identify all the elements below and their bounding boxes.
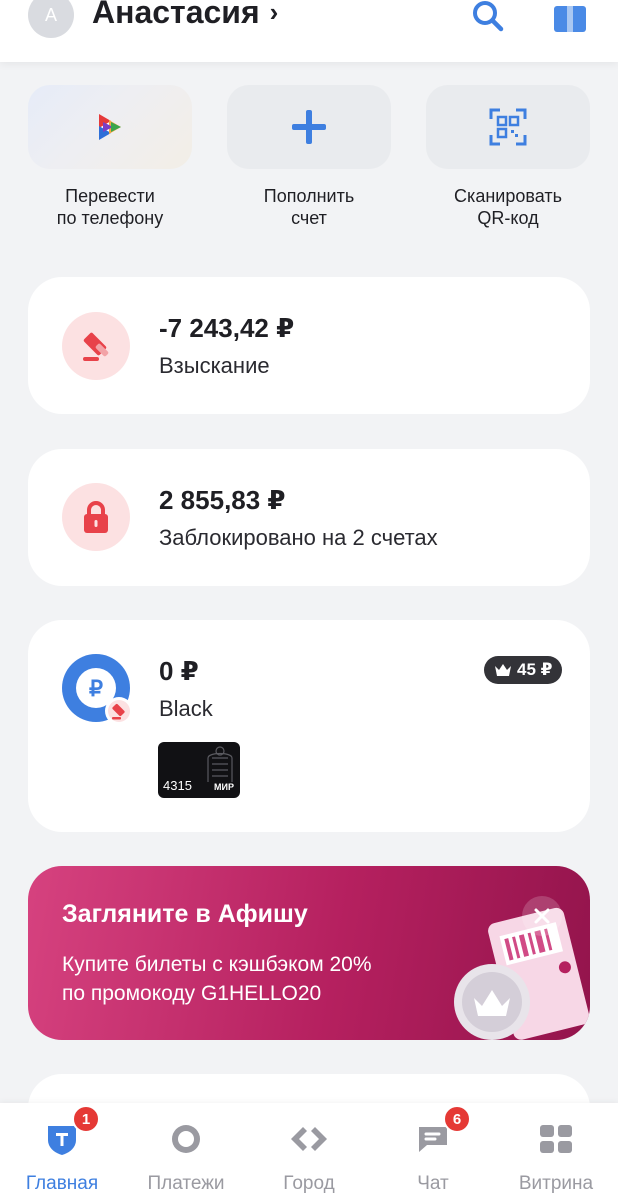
payments-icon (172, 1125, 200, 1153)
transfer-by-phone-icon (99, 114, 121, 140)
user-name: Анастасия (92, 0, 260, 30)
tab-chat[interactable]: 6 Чат (371, 1105, 495, 1195)
card-network: МИР (214, 782, 234, 792)
collection-label: Взыскание (159, 353, 270, 378)
blocked-card[interactable]: 2 855,83 ₽ Заблокировано на 2 счетах (28, 449, 590, 586)
quick-action-tile[interactable] (426, 85, 590, 169)
lock-icon (62, 483, 130, 551)
svg-text:₽: ₽ (89, 676, 103, 701)
gavel-icon (62, 312, 130, 380)
cashback-amount: 45 ₽ (517, 660, 553, 679)
card-art-icon (207, 746, 233, 782)
quick-action-label: Пополнить счет (263, 186, 355, 228)
chevron-right-icon: › (269, 0, 279, 27)
chat-icon (419, 1127, 447, 1152)
close-promo-button[interactable] (522, 896, 562, 936)
blocked-amount: 2 855,83 ₽ (159, 485, 286, 515)
tab-badge-chat: 6 (443, 1105, 471, 1133)
tab-label: Платежи (147, 1173, 225, 1194)
account-balance: 0 ₽ (159, 656, 199, 686)
top-bar: А Анастасия › (0, 0, 618, 62)
quick-action-topup[interactable]: Пополнить счет (227, 85, 391, 229)
home-shield-icon (48, 1126, 76, 1155)
collection-amount: -7 243,42 ₽ (159, 313, 295, 343)
cashback-badge[interactable]: 45 ₽ (484, 656, 563, 684)
profile-link[interactable]: Анастасия › (92, 0, 278, 31)
quick-action-tile[interactable] (227, 85, 391, 169)
tab-showcase[interactable]: Витрина (494, 1119, 618, 1195)
tab-label: Чат (417, 1173, 449, 1194)
bottom-tab-bar: 1 Главная Платежи Город 6 Чат Витрина (0, 1103, 618, 1200)
tab-city[interactable]: Город (247, 1119, 371, 1195)
crown-icon (495, 664, 511, 676)
tab-label: Главная (25, 1173, 99, 1194)
gavel-badge-icon (105, 697, 133, 725)
quick-action-transfer[interactable]: Перевести по телефону (28, 85, 192, 229)
plus-icon (292, 110, 326, 144)
quick-action-label: Сканировать QR-код (454, 186, 562, 228)
collection-card[interactable]: -7 243,42 ₽ Взыскание (28, 277, 590, 414)
city-icon (291, 1127, 327, 1151)
bank-card-thumbnail[interactable]: 4315 МИР (158, 742, 240, 798)
card-number: 4315 (163, 778, 192, 793)
qr-scan-icon (489, 108, 527, 146)
gift-icon[interactable] (548, 0, 592, 38)
avatar[interactable]: А (28, 0, 74, 38)
ticket-crown-illustration (454, 907, 590, 1040)
tab-payments[interactable]: Платежи (124, 1119, 248, 1195)
account-card[interactable]: ₽ 0 ₽ Black 45 ₽ 4315 МИР (28, 620, 590, 832)
tab-label: Витрина (518, 1173, 594, 1194)
account-name: Black (159, 696, 213, 721)
promo-text: Купите билеты с кэшбэком 20% по промокод… (62, 953, 372, 1005)
blocked-label: Заблокировано на 2 счетах (159, 525, 438, 550)
promo-title: Загляните в Афишу (62, 900, 308, 928)
quick-action-tile[interactable] (28, 85, 192, 169)
tab-label: Город (283, 1173, 335, 1194)
tab-home[interactable]: 1 Главная (0, 1105, 124, 1195)
quick-action-label: Перевести по телефону (56, 186, 164, 228)
promo-banner[interactable]: Загляните в Афишу Купите билеты с кэшбэк… (28, 866, 590, 1040)
close-icon (534, 908, 550, 924)
search-icon[interactable] (468, 0, 508, 36)
quick-action-scan-qr[interactable]: Сканировать QR-код (426, 85, 590, 229)
showcase-icon (540, 1125, 572, 1153)
tab-badge-home: 1 (72, 1105, 100, 1133)
